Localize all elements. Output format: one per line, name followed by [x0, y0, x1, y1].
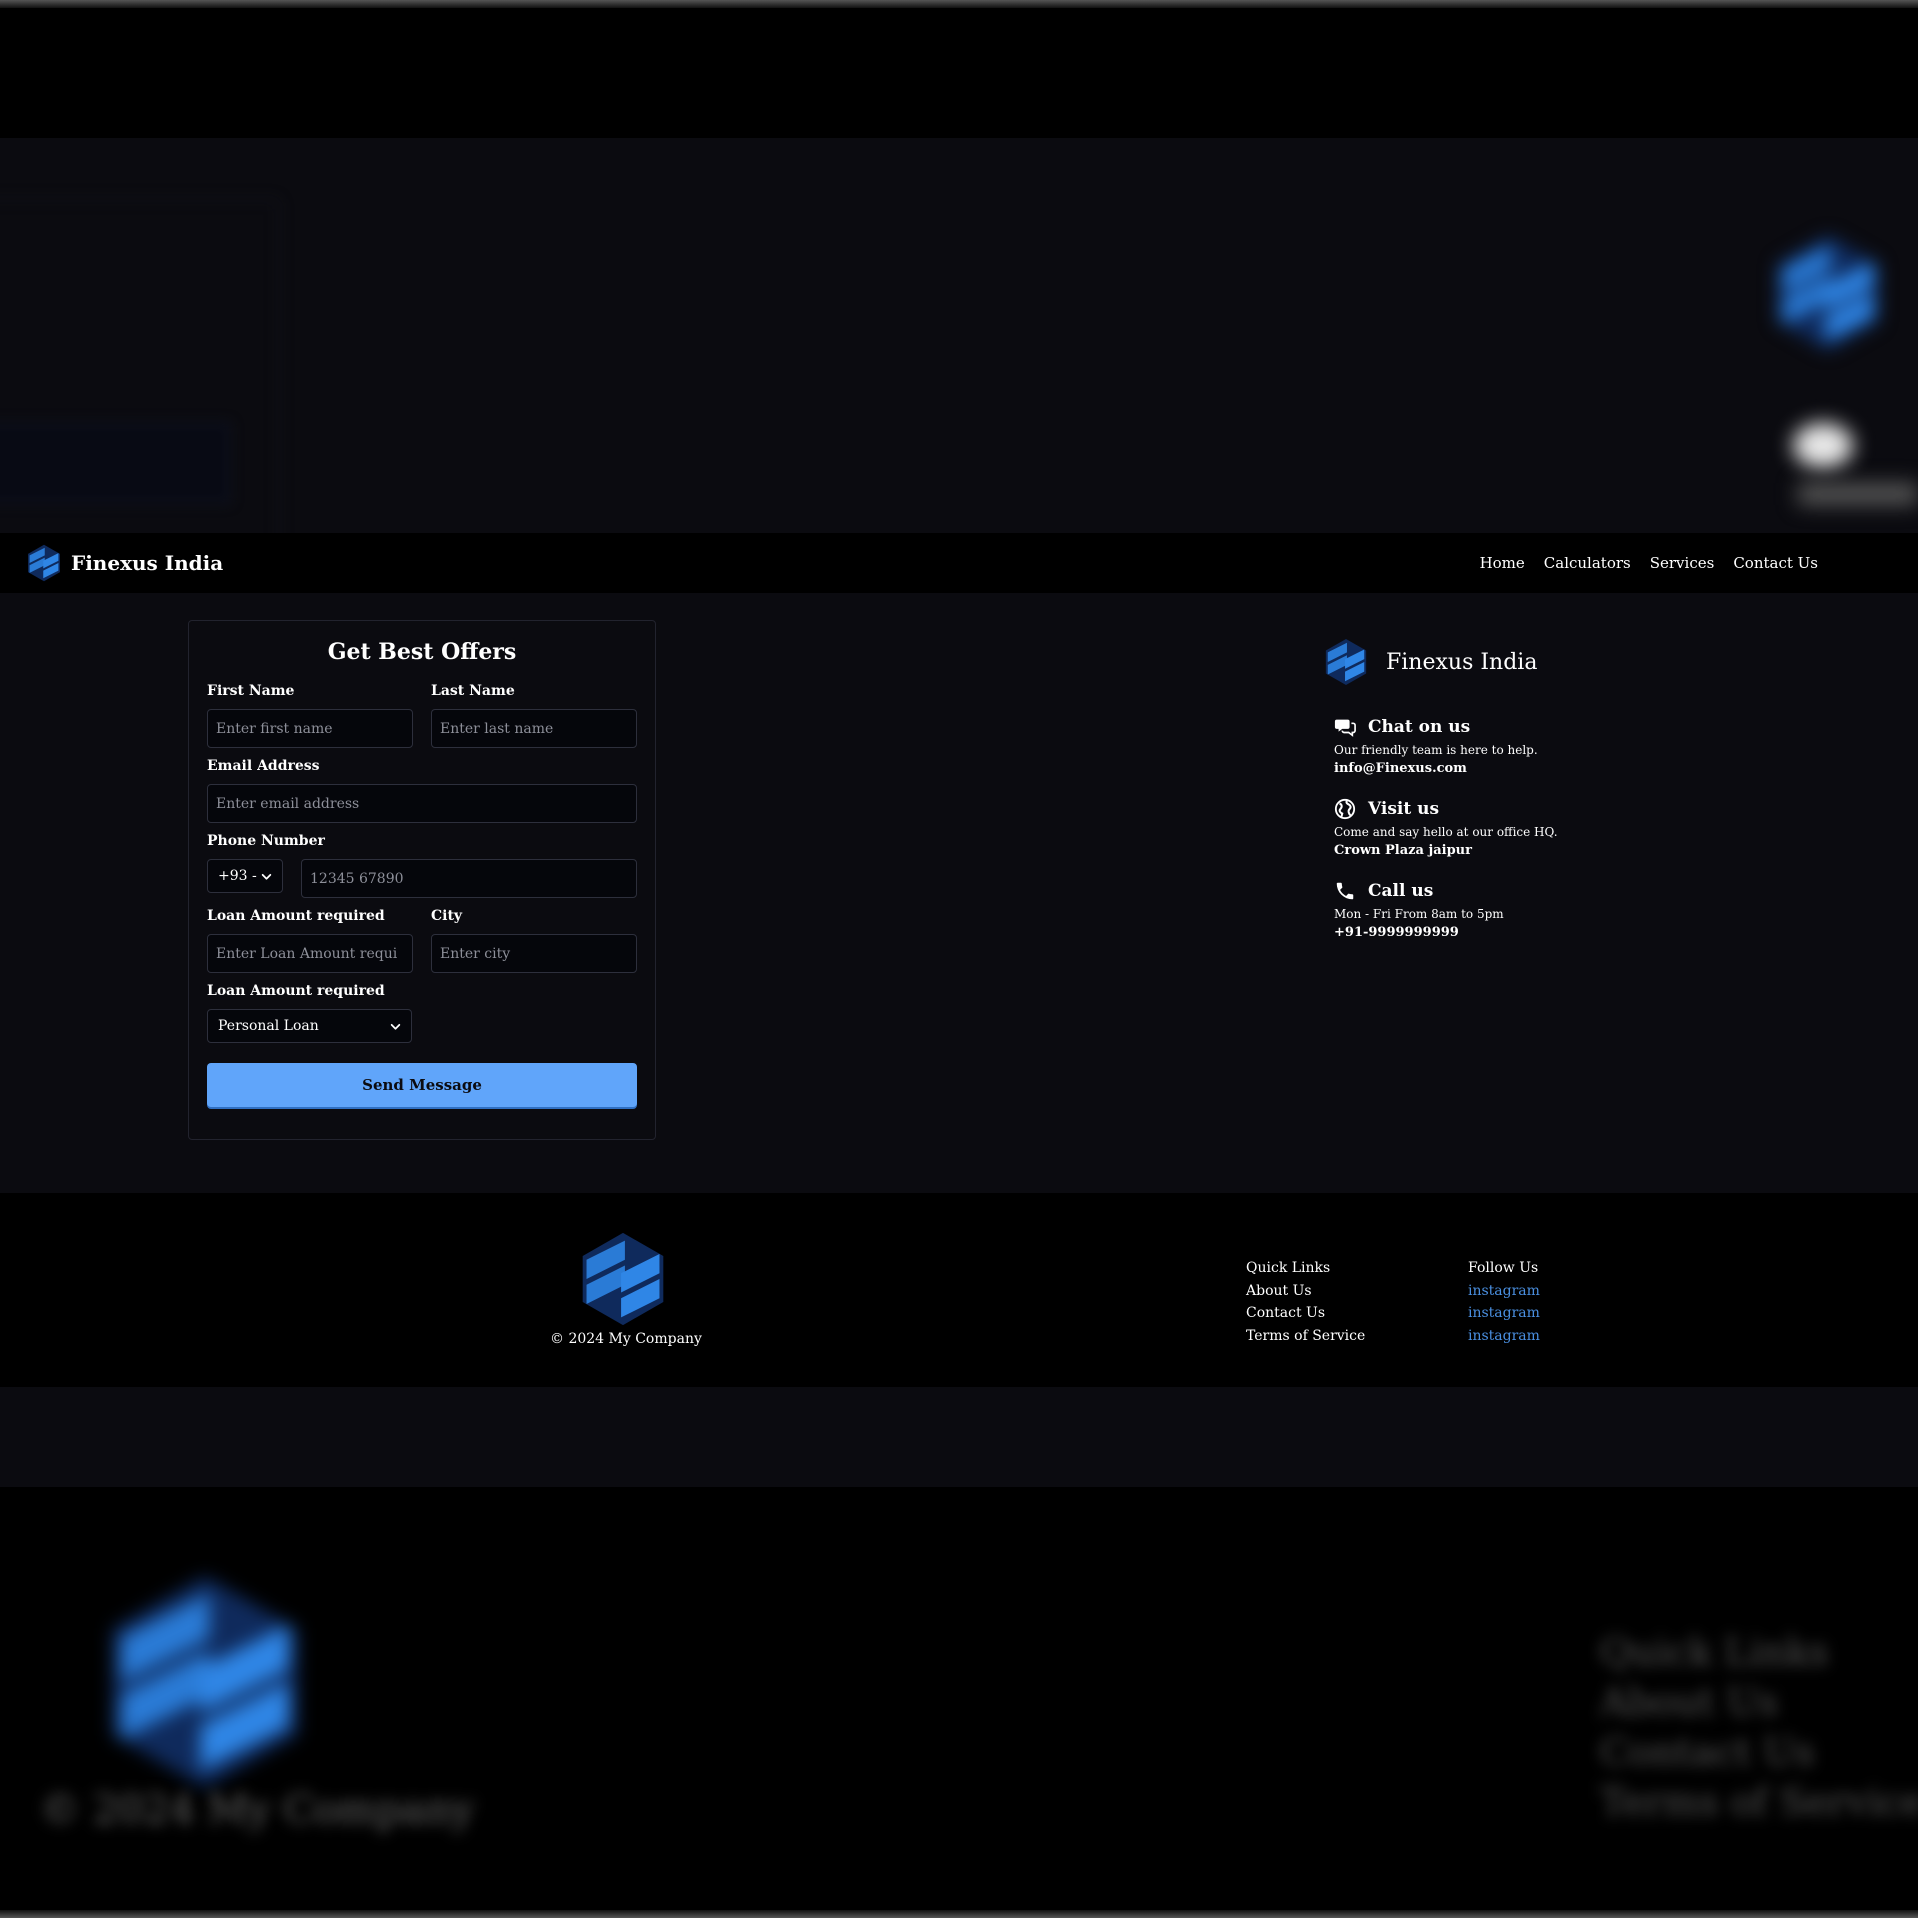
last-name-label: Last Name: [431, 683, 515, 699]
backdrop-bottom-edge: [0, 1910, 1918, 1918]
loan-city-row: Loan Amount required City: [207, 908, 637, 983]
loan-type-label: Loan Amount required: [207, 983, 385, 999]
globe-icon: [1334, 798, 1356, 820]
finexus-logo-icon: [1322, 638, 1370, 686]
nav-link-calculators[interactable]: Calculators: [1544, 554, 1631, 572]
first-name-group: First Name: [207, 683, 413, 758]
name-row: First Name Last Name: [207, 683, 637, 758]
nav-link-home[interactable]: Home: [1480, 554, 1525, 572]
nav-link-contact-us[interactable]: Contact Us: [1733, 554, 1818, 572]
finexus-logo-icon: [25, 544, 63, 582]
backdrop-quick-link: Contact Us: [1600, 1730, 1815, 1774]
city-label: City: [431, 908, 463, 924]
city-group: City: [431, 908, 637, 983]
first-name-input[interactable]: [207, 709, 413, 748]
contact-info: Finexus India Chat on us Our friendly te…: [1322, 638, 1642, 962]
first-name-label: First Name: [207, 683, 295, 699]
chevron-down-icon: [261, 871, 272, 882]
last-name-group: Last Name: [431, 683, 637, 758]
contact-call-title: Call us: [1368, 881, 1434, 901]
backdrop-quick-link: About Us: [1600, 1680, 1778, 1724]
chevron-down-icon: [390, 1021, 401, 1032]
backdrop-ghost-text: [1798, 483, 1918, 505]
backdrop-mid: [0, 1387, 1918, 1487]
footer: © 2024 My Company Quick Links About Us C…: [0, 1193, 1918, 1387]
contact-call-desc: Mon - Fri From 8am to 5pm: [1334, 907, 1504, 921]
email-input[interactable]: [207, 784, 637, 823]
phone-icon: [1336, 882, 1354, 900]
contact-call: Call us Mon - Fri From 8am to 5pm +91-99…: [1334, 880, 1642, 940]
footer-follow-us: Follow Us instagram instagram instagram: [1468, 1257, 1540, 1347]
contact-chat-heading: Chat on us: [1334, 716, 1642, 738]
contact-visit-desc: Come and say hello at our office HQ.: [1334, 825, 1558, 839]
loan-type-value: Personal Loan: [218, 1018, 319, 1034]
footer-link-instagram[interactable]: instagram: [1468, 1302, 1540, 1325]
main-section: Get Best Offers First Name Last Name Ema…: [0, 593, 1918, 1193]
follow-us-heading: Follow Us: [1468, 1260, 1539, 1276]
footer-copyright: © 2024 My Company: [550, 1331, 702, 1347]
contact-brand: Finexus India: [1322, 638, 1642, 686]
footer-link-instagram[interactable]: instagram: [1468, 1280, 1540, 1303]
last-name-input[interactable]: [431, 709, 637, 748]
phone-row: +93 -: [207, 859, 637, 908]
footer-brand: © 2024 My Company: [550, 1231, 702, 1347]
footer-link-instagram[interactable]: instagram: [1468, 1325, 1540, 1348]
loan-type-select[interactable]: Personal Loan: [207, 1009, 412, 1043]
phone-input[interactable]: [301, 859, 637, 898]
footer-quick-links: Quick Links About Us Contact Us Terms of…: [1246, 1257, 1365, 1347]
backdrop-quick-link: Terms of Service: [1600, 1780, 1918, 1824]
nav-link-services[interactable]: Services: [1650, 554, 1715, 572]
footer-link-terms[interactable]: Terms of Service: [1246, 1325, 1365, 1348]
backdrop-ghost-input: [0, 423, 230, 503]
country-code-select[interactable]: +93 -: [207, 859, 283, 893]
navbar: Finexus India Home Calculators Services …: [0, 533, 1918, 593]
contact-visit: Visit us Come and say hello at our offic…: [1334, 798, 1642, 858]
contact-visit-heading: Visit us: [1334, 798, 1642, 820]
loan-amount-label: Loan Amount required: [207, 908, 385, 924]
backdrop-top: [0, 8, 1918, 138]
backdrop-chat-icon: [1793, 423, 1853, 468]
footer-link-contact-us[interactable]: Contact Us: [1246, 1302, 1365, 1325]
contact-chat: Chat on us Our friendly team is here to …: [1334, 716, 1642, 776]
loan-amount-group: Loan Amount required: [207, 908, 413, 983]
footer-link-about-us[interactable]: About Us: [1246, 1280, 1365, 1303]
phone-label: Phone Number: [207, 833, 325, 849]
quick-links-heading: Quick Links: [1246, 1260, 1331, 1276]
send-message-button[interactable]: Send Message: [207, 1063, 637, 1107]
form-title: Get Best Offers: [327, 639, 517, 665]
contact-chat-title: Chat on us: [1368, 717, 1471, 737]
backdrop-blurred-footer: © 2024 My Company Quick Links About Us C…: [0, 1487, 1918, 1918]
backdrop-quick-links: Quick Links About Us Contact Us Terms of…: [1600, 1627, 1918, 1827]
contact-phone-link[interactable]: +91-9999999999: [1334, 925, 1642, 940]
contact-call-heading: Call us: [1334, 880, 1642, 902]
contact-email-link[interactable]: info@Finexus.com: [1334, 761, 1642, 776]
contact-address: Crown Plaza jaipur: [1334, 843, 1472, 858]
brand[interactable]: Finexus India: [25, 544, 223, 582]
contact-chat-desc: Our friendly team is here to help.: [1334, 743, 1538, 757]
contact-visit-title: Visit us: [1368, 799, 1440, 819]
city-input[interactable]: [431, 934, 637, 973]
email-label: Email Address: [207, 758, 320, 774]
backdrop-copyright: © 2024 My Company: [40, 1787, 474, 1833]
backdrop-top-edge: [0, 0, 1918, 8]
contact-brand-name: Finexus India: [1386, 649, 1538, 675]
backdrop-blurred-section: [0, 138, 1918, 533]
chat-icon: [1334, 719, 1356, 737]
offers-form: Get Best Offers First Name Last Name Ema…: [188, 620, 656, 1140]
country-code-value: +93 -: [218, 868, 257, 884]
backdrop-big-logo-icon: [90, 1572, 320, 1792]
nav-links: Home Calculators Services Contact Us: [1480, 554, 1818, 572]
backdrop-quick-links-heading: Quick Links: [1600, 1630, 1829, 1674]
finexus-logo-icon: [575, 1231, 671, 1327]
backdrop-logo-icon: [1768, 233, 1888, 353]
brand-name: Finexus India: [71, 551, 224, 575]
loan-amount-input[interactable]: [207, 934, 413, 973]
